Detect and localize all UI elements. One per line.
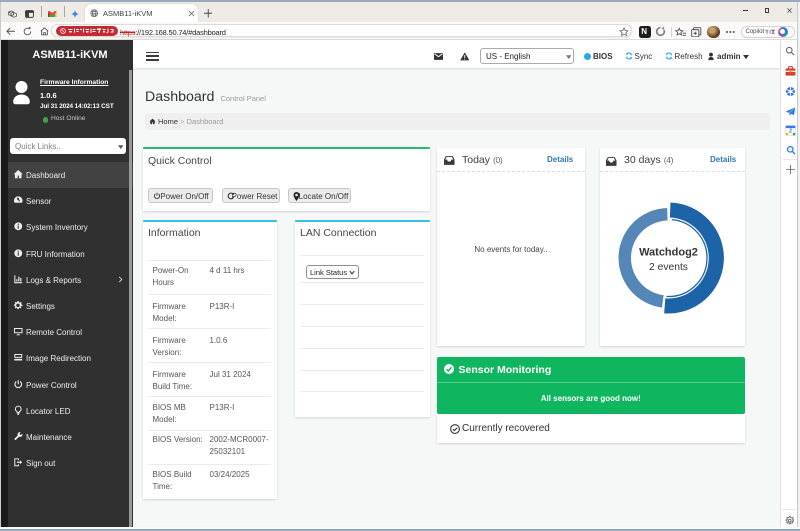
svg-text:2 events: 2 events xyxy=(649,262,688,273)
svg-text:2: 2 xyxy=(788,129,791,135)
svg-text:Watchdog2: Watchdog2 xyxy=(639,247,698,259)
